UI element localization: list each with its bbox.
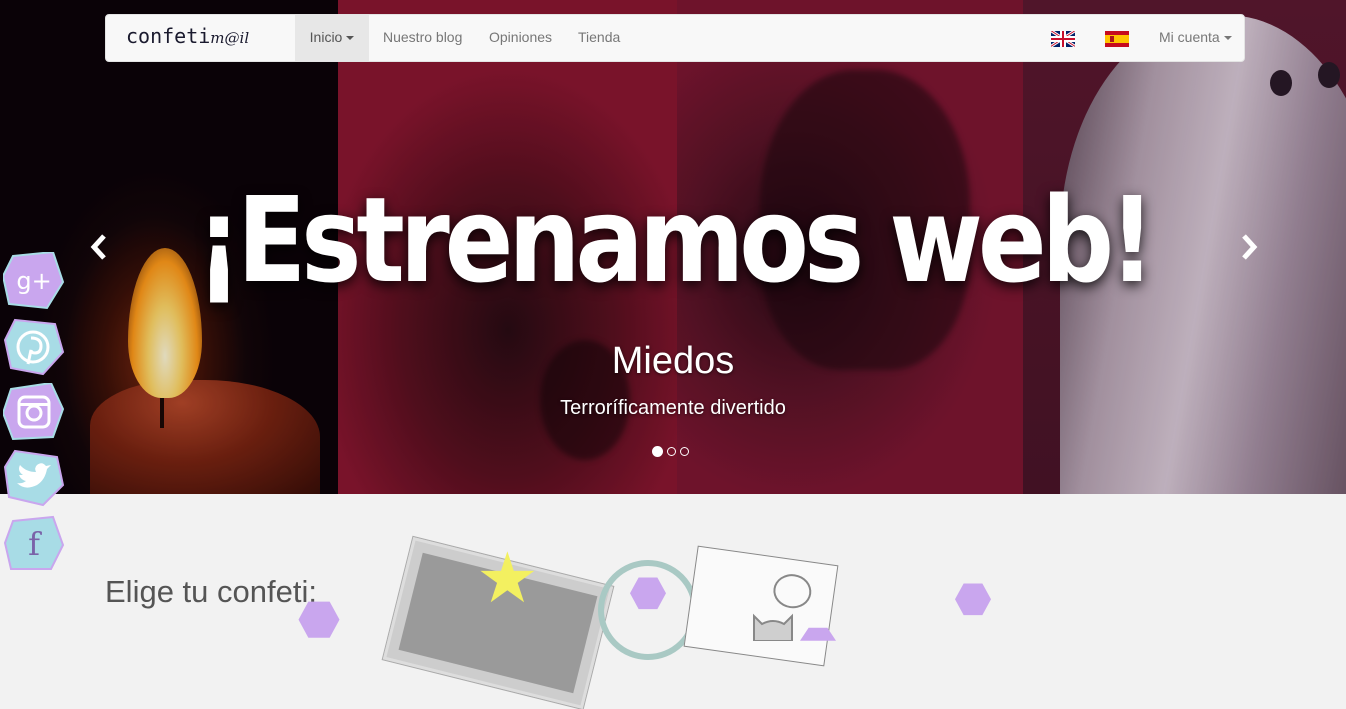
star-icon: ★ (476, 537, 539, 619)
carousel-indicator-1[interactable] (652, 446, 663, 457)
nav-item-opiniones[interactable]: Opiniones (489, 15, 552, 61)
nav-item-tienda[interactable]: Tienda (578, 15, 620, 61)
google-plus-icon: g+ (16, 267, 52, 295)
social-google-plus-button[interactable]: g+ (3, 252, 65, 310)
hero-headline: ¡Estrenamos web! (195, 171, 1155, 309)
caret-down-icon (1223, 36, 1232, 41)
top-navbar: confetim@il Inicio Nuestro blog Opinione… (105, 14, 1245, 62)
carousel-indicator-3[interactable] (680, 447, 689, 456)
nav-item-label: Opiniones (489, 29, 553, 45)
hexagon-confetti-icon (298, 601, 340, 638)
brand-logo[interactable]: confetim@il (126, 24, 249, 48)
brand-text-suffix: m@il (210, 29, 250, 47)
hero-carousel: ¡Estrenamos web! Miedos Terroríficamente… (0, 0, 1346, 494)
social-pinterest-button[interactable] (3, 318, 65, 376)
brand-text: confeti (126, 24, 211, 48)
carousel-indicators (652, 446, 689, 457)
social-twitter-button[interactable] (3, 449, 65, 507)
nav-item-label: Tienda (578, 29, 621, 45)
carousel-caption-subtitle: Terroríficamente divertido (560, 397, 786, 419)
confeti-card-drawing[interactable] (683, 545, 839, 667)
hexagon-confetti-icon (800, 627, 836, 641)
flag-uk-icon[interactable] (1051, 31, 1075, 47)
chevron-left-icon (90, 234, 106, 260)
facebook-icon: f (28, 525, 40, 563)
caret-down-icon (346, 36, 355, 41)
account-label: Mi cuenta (1159, 29, 1220, 45)
nav-item-blog[interactable]: Nuestro blog (383, 15, 462, 61)
carousel-indicator-2[interactable] (667, 447, 676, 456)
account-dropdown[interactable]: Mi cuenta (1159, 15, 1232, 61)
carousel-prev-button[interactable] (88, 230, 110, 270)
nav-item-label: Nuestro blog (383, 29, 463, 45)
hexagon-confetti-icon (955, 583, 991, 616)
carousel-caption-title: Miedos (611, 340, 735, 382)
nav-item-label: Inicio (309, 29, 343, 45)
section-heading: Elige tu confeti: (105, 574, 317, 609)
social-facebook-button[interactable]: f (3, 515, 65, 573)
cat-drawing-icon (753, 613, 793, 641)
chevron-right-icon (1242, 234, 1258, 260)
nav-item-inicio[interactable]: Inicio (295, 15, 369, 61)
flag-es-icon[interactable] (1105, 31, 1129, 47)
hexagon-confetti-icon (630, 577, 666, 610)
carousel-next-button[interactable] (1238, 230, 1260, 270)
social-instagram-button[interactable] (3, 383, 65, 441)
